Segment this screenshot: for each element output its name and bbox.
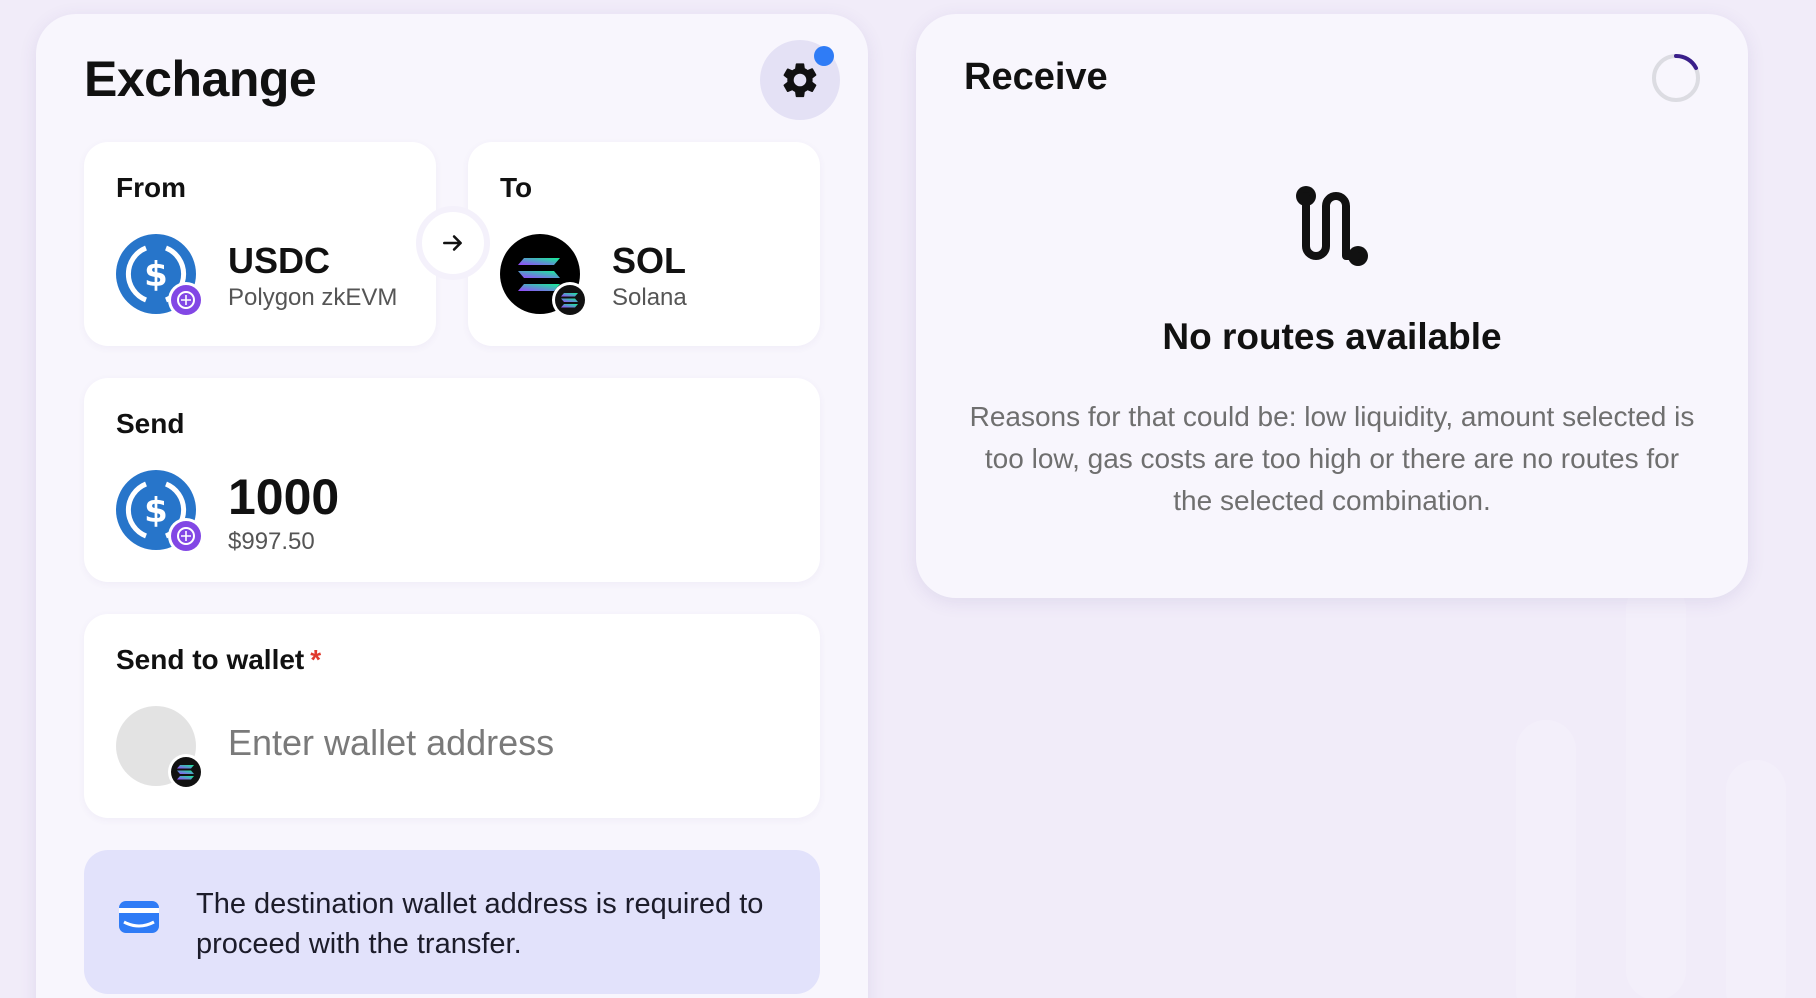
exchange-panel: Exchange From $ USDC Polygon zkEVM To SO…: [36, 14, 868, 998]
from-chain-name: Polygon zkEVM: [228, 284, 398, 311]
solana-icon: [552, 282, 588, 318]
send-to-wallet-card: Send to wallet *: [84, 614, 820, 818]
from-token-symbol: USDC: [228, 240, 331, 281]
from-label: From: [116, 172, 186, 203]
settings-button[interactable]: [760, 40, 840, 120]
no-routes-title: No routes available: [1162, 316, 1502, 357]
svg-text:$: $: [144, 491, 168, 531]
polygon-zkevm-icon: [168, 282, 204, 318]
solana-icon: [168, 754, 204, 790]
notification-dot: [814, 46, 834, 66]
svg-text:$: $: [144, 255, 168, 295]
send-amount-input[interactable]: [228, 468, 788, 526]
wallet-address-input[interactable]: [228, 722, 788, 764]
to-token-symbol: SOL: [612, 240, 687, 281]
to-label: To: [500, 172, 533, 203]
receive-panel: Receive No routes available Reasons for …: [916, 14, 1748, 598]
loading-spinner-icon: [1652, 53, 1700, 102]
send-amount-usd: $997.50: [228, 528, 315, 555]
send-label: Send: [116, 408, 185, 439]
send-amount-card: Send $ $997.50: [84, 378, 820, 582]
receive-title: Receive: [964, 56, 1108, 98]
swap-direction-button[interactable]: [416, 206, 490, 280]
wallet-icon: [119, 901, 159, 933]
route-icon: [1296, 186, 1368, 266]
wallet-required-notice: The destination wallet address is requir…: [84, 850, 820, 994]
gear-icon: [783, 63, 817, 98]
wallet-label-text: Send to wallet: [116, 644, 305, 675]
exchange-title: Exchange: [84, 51, 317, 107]
wallet-required-text: The destination wallet address is requir…: [196, 888, 764, 960]
required-asterisk: *: [310, 644, 322, 675]
arrow-right-icon: [443, 235, 462, 251]
polygon-zkevm-icon: [168, 518, 204, 554]
to-token-selector[interactable]: To SOL Solana: [468, 142, 820, 346]
no-routes-description: Reasons for that could be: low liquidity…: [969, 401, 1695, 516]
from-token-selector[interactable]: From $ USDC Polygon zkEVM: [84, 142, 436, 346]
to-chain-name: Solana: [612, 284, 687, 311]
wallet-label: Send to wallet *: [116, 644, 321, 676]
background-decoration: [1516, 580, 1786, 998]
